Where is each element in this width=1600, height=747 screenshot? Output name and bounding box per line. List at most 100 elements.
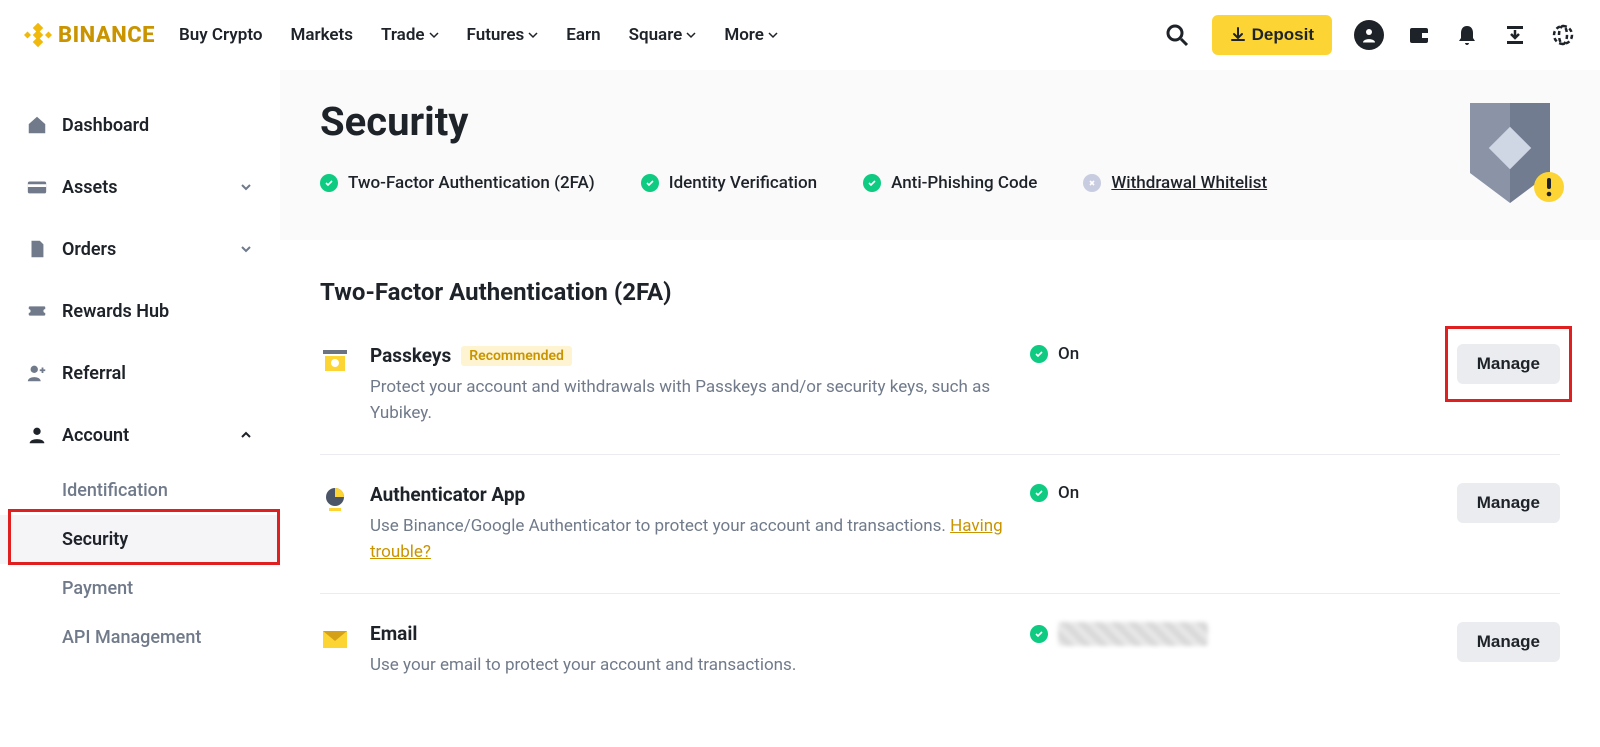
- tfa-status-label: On: [1058, 344, 1079, 364]
- user-icon: [26, 424, 48, 446]
- nav-square[interactable]: Square: [629, 25, 697, 45]
- sidebar-item-label: Rewards Hub: [62, 301, 254, 322]
- search-button[interactable]: [1164, 22, 1190, 48]
- check-circle-icon: [641, 174, 659, 192]
- bell-icon: [1455, 23, 1479, 47]
- nav-futures[interactable]: Futures: [467, 25, 539, 45]
- page-layout: Dashboard Assets Orders Rewards Hub Refe…: [0, 70, 1600, 747]
- sidebar-item-label: Referral: [62, 363, 254, 384]
- card-icon: [26, 176, 48, 198]
- status-withdrawal-whitelist[interactable]: Withdrawal Whitelist: [1083, 173, 1267, 193]
- chevron-down-icon: [429, 30, 439, 40]
- tfa-row-passkeys: Passkeys Recommended Protect your accoun…: [320, 316, 1560, 455]
- nav-square-label: Square: [629, 25, 683, 45]
- binance-logo-icon: [24, 21, 52, 49]
- tfa-row-authenticator: Authenticator App Use Binance/Google Aut…: [320, 455, 1560, 594]
- passkey-icon: [320, 346, 350, 376]
- manage-passkeys-button[interactable]: Manage: [1457, 344, 1560, 384]
- sidebar-item-label: Dashboard: [62, 115, 254, 136]
- nav-more-label: More: [724, 25, 764, 45]
- sidebar-sub-api-management[interactable]: API Management: [0, 613, 280, 662]
- section-title: Two-Factor Authentication (2FA): [320, 278, 1560, 306]
- sidebar-item-label: Orders: [62, 239, 224, 260]
- nav-earn[interactable]: Earn: [566, 25, 600, 45]
- check-circle-icon: [1030, 484, 1048, 502]
- warning-badge-icon: [1534, 172, 1564, 202]
- email-icon: [320, 624, 350, 654]
- sidebar-sub-payment[interactable]: Payment: [0, 564, 280, 613]
- chevron-down-icon: [528, 30, 538, 40]
- wallet-button[interactable]: [1406, 22, 1432, 48]
- language-button[interactable]: [1550, 22, 1576, 48]
- check-circle-icon: [320, 174, 338, 192]
- sidebar: Dashboard Assets Orders Rewards Hub Refe…: [0, 70, 280, 747]
- downloads-button[interactable]: [1502, 22, 1528, 48]
- globe-icon: [1551, 23, 1575, 47]
- account-menu[interactable]: [1354, 20, 1384, 50]
- sidebar-item-assets[interactable]: Assets: [0, 156, 280, 218]
- manage-email-button[interactable]: Manage: [1457, 622, 1560, 662]
- screenshot-highlight: Manage: [1457, 344, 1560, 384]
- security-status-row: Two-Factor Authentication (2FA) Identity…: [320, 173, 1430, 193]
- check-circle-icon: [1030, 625, 1048, 643]
- deposit-label: Deposit: [1252, 25, 1314, 45]
- search-icon: [1165, 23, 1189, 47]
- main-content: Security Two-Factor Authentication (2FA)…: [280, 70, 1600, 747]
- tfa-item-name: Passkeys: [370, 344, 451, 367]
- tfa-item-name: Email: [370, 622, 417, 645]
- recommended-badge: Recommended: [461, 346, 572, 366]
- sidebar-item-label: Assets: [62, 177, 224, 198]
- tfa-section: Two-Factor Authentication (2FA) Passkeys…: [280, 278, 1600, 707]
- sidebar-item-label: Account: [62, 425, 224, 446]
- ticket-icon: [26, 300, 48, 322]
- notifications-button[interactable]: [1454, 22, 1480, 48]
- user-icon: [1360, 26, 1378, 44]
- status-label: Anti-Phishing Code: [891, 173, 1037, 193]
- brand-logo[interactable]: BINANCE: [24, 21, 155, 49]
- tfa-item-desc: Use Binance/Google Authenticator to prot…: [370, 514, 1010, 565]
- chevron-up-icon: [238, 427, 254, 443]
- security-header: Security Two-Factor Authentication (2FA)…: [280, 70, 1600, 240]
- check-circle-icon: [863, 174, 881, 192]
- sidebar-sub-identification[interactable]: Identification: [0, 466, 280, 515]
- tfa-status: [1030, 622, 1240, 646]
- sidebar-item-referral[interactable]: Referral: [0, 342, 280, 404]
- status-label: Two-Factor Authentication (2FA): [348, 173, 595, 193]
- top-nav: BINANCE Buy Crypto Markets Trade Futures…: [0, 0, 1600, 70]
- nav-buy-crypto[interactable]: Buy Crypto: [179, 25, 262, 45]
- status-identity: Identity Verification: [641, 173, 817, 193]
- tfa-item-desc: Use your email to protect your account a…: [370, 653, 1010, 679]
- authenticator-icon: [320, 485, 350, 515]
- nav-more[interactable]: More: [724, 25, 778, 45]
- brand-name: BINANCE: [58, 23, 155, 48]
- sidebar-item-dashboard[interactable]: Dashboard: [0, 94, 280, 156]
- x-circle-icon: [1083, 174, 1101, 192]
- primary-nav: Buy Crypto Markets Trade Futures Earn Sq…: [179, 25, 778, 45]
- tfa-row-email: Email Use your email to protect your acc…: [320, 594, 1560, 707]
- page-title: Security: [320, 98, 1430, 145]
- chevron-down-icon: [768, 30, 778, 40]
- sidebar-item-rewards-hub[interactable]: Rewards Hub: [0, 280, 280, 342]
- chevron-down-icon: [238, 241, 254, 257]
- home-icon: [26, 114, 48, 136]
- sidebar-item-orders[interactable]: Orders: [0, 218, 280, 280]
- tfa-status: On: [1030, 483, 1240, 503]
- status-link[interactable]: Withdrawal Whitelist: [1111, 173, 1267, 193]
- chevron-down-icon: [238, 179, 254, 195]
- nav-trade[interactable]: Trade: [381, 25, 439, 45]
- referral-icon: [26, 362, 48, 384]
- security-shield-badge: [1460, 98, 1560, 208]
- manage-authenticator-button[interactable]: Manage: [1457, 483, 1560, 523]
- nav-futures-label: Futures: [467, 25, 525, 45]
- status-label: Identity Verification: [669, 173, 817, 193]
- nav-right: Deposit: [1164, 15, 1576, 55]
- document-icon: [26, 238, 48, 260]
- check-circle-icon: [1030, 345, 1048, 363]
- sidebar-item-account[interactable]: Account: [0, 404, 280, 466]
- sidebar-sub-security[interactable]: Security: [0, 515, 280, 564]
- deposit-button[interactable]: Deposit: [1212, 15, 1332, 55]
- tfa-status: On: [1030, 344, 1240, 364]
- tfa-status-label: On: [1058, 483, 1079, 503]
- tfa-item-name: Authenticator App: [370, 483, 525, 506]
- nav-markets[interactable]: Markets: [290, 25, 353, 45]
